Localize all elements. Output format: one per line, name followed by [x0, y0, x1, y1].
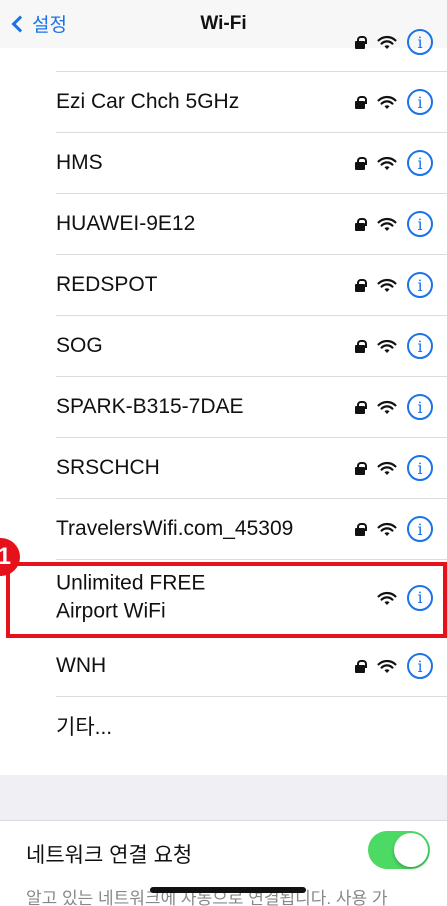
- info-icon[interactable]: i: [407, 211, 433, 237]
- wifi-signal-icon: [377, 277, 397, 293]
- info-icon[interactable]: i: [407, 150, 433, 176]
- wifi-signal-icon: [377, 94, 397, 110]
- network-row[interactable]: HUAWEI-9E12 i: [56, 194, 447, 255]
- info-icon[interactable]: i: [407, 89, 433, 115]
- network-name: REDSPOT: [56, 272, 158, 296]
- wifi-signal-icon: [377, 521, 397, 537]
- lock-icon: [355, 35, 367, 49]
- network-row[interactable]: SRSCHCH i: [56, 438, 447, 499]
- network-row[interactable]: Ezi Car Chch 5GHz i: [56, 72, 447, 133]
- info-icon[interactable]: i: [407, 394, 433, 420]
- network-status-icons: i: [355, 150, 433, 176]
- ask-to-join-toggle[interactable]: [368, 831, 430, 869]
- lock-icon: [355, 659, 367, 673]
- network-name: SOG: [56, 333, 103, 357]
- lock-icon: [355, 95, 367, 109]
- wifi-signal-icon: [377, 658, 397, 674]
- network-status-icons: i: [355, 272, 433, 298]
- wifi-signal-icon: [377, 338, 397, 354]
- lock-icon: [355, 522, 367, 536]
- info-icon[interactable]: i: [407, 516, 433, 542]
- info-icon[interactable]: i: [407, 272, 433, 298]
- wifi-signal-icon: [377, 155, 397, 171]
- network-name: SPARK-B315-7DAE: [56, 394, 244, 418]
- lock-icon: [355, 339, 367, 353]
- network-row[interactable]: WNH i: [56, 636, 447, 697]
- network-row[interactable]: SOG i: [56, 316, 447, 377]
- network-name: TravelersWifi.com_45309: [56, 516, 294, 540]
- section-gap: [0, 775, 447, 826]
- network-status-icons: i: [355, 516, 433, 542]
- network-row[interactable]: i: [56, 29, 447, 72]
- network-row[interactable]: TravelersWifi.com_45309 i: [56, 499, 447, 560]
- network-row[interactable]: SPARK-B315-7DAE i: [56, 377, 447, 438]
- lock-icon: [355, 278, 367, 292]
- network-status-icons: i: [355, 333, 433, 359]
- network-name: HMS: [56, 150, 103, 174]
- network-name: WNH: [56, 653, 107, 677]
- wifi-signal-icon: [377, 460, 397, 476]
- info-icon[interactable]: i: [407, 653, 433, 679]
- home-indicator[interactable]: [150, 887, 306, 893]
- other-network-label: 기타...: [56, 715, 113, 739]
- network-status-icons: i: [355, 29, 433, 55]
- network-name: Ezi Car Chch 5GHz: [56, 89, 240, 113]
- toggle-knob: [394, 833, 428, 867]
- other-network-row[interactable]: 기타...: [56, 697, 447, 758]
- network-status-icons: i: [355, 394, 433, 420]
- info-icon[interactable]: i: [407, 29, 433, 55]
- network-status-icons: i: [355, 211, 433, 237]
- network-status-icons: i: [355, 653, 433, 679]
- info-icon[interactable]: i: [407, 455, 433, 481]
- wifi-signal-icon: [377, 34, 397, 50]
- ask-to-join-row: 네트워크 연결 요청: [0, 820, 447, 880]
- network-name: SRSCHCH: [56, 455, 160, 479]
- network-status-icons: i: [355, 455, 433, 481]
- annotation-highlight-box: [6, 562, 447, 638]
- network-list: i Ezi Car Chch 5GHz i HMS i HUAWEI-9E12 i REDSP…: [0, 29, 447, 758]
- wifi-signal-icon: [377, 216, 397, 232]
- ask-to-join-label: 네트워크 연결 요청: [26, 844, 193, 867]
- network-row[interactable]: HMS i: [56, 133, 447, 194]
- lock-icon: [355, 217, 367, 231]
- info-icon[interactable]: i: [407, 333, 433, 359]
- lock-icon: [355, 400, 367, 414]
- wifi-signal-icon: [377, 399, 397, 415]
- lock-icon: [355, 461, 367, 475]
- network-name: HUAWEI-9E12: [56, 211, 196, 235]
- network-status-icons: i: [355, 89, 433, 115]
- network-row[interactable]: REDSPOT i: [56, 255, 447, 316]
- lock-icon: [355, 156, 367, 170]
